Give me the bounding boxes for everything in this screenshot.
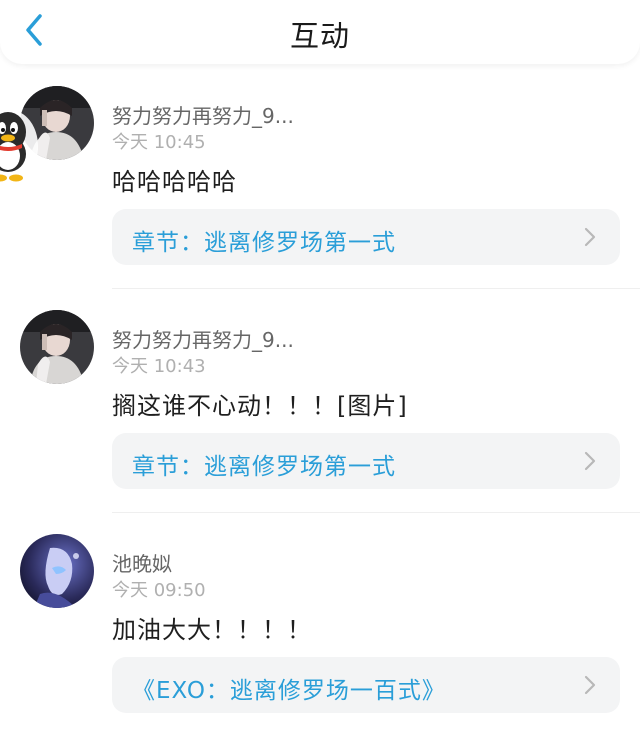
- interaction-feed: 努力努力再努力_9... 今天 10:45 哈哈哈哈哈 章节：逃离修罗场第一式: [0, 64, 640, 734]
- comment-text: 加油大大！！！！: [112, 616, 312, 644]
- timestamp: 今天 10:43: [112, 356, 206, 377]
- qq-penguin-icon[interactable]: [0, 102, 44, 186]
- chevron-right-icon: [582, 673, 598, 697]
- comment-text: 哈哈哈哈哈: [112, 168, 237, 196]
- chevron-right-icon: [582, 225, 598, 249]
- chapter-link-label: 章节：逃离修罗场第一式: [132, 230, 396, 256]
- username[interactable]: 池晚姒: [112, 548, 172, 577]
- chapter-link[interactable]: 章节：逃离修罗场第一式: [112, 433, 620, 489]
- avatar[interactable]: [20, 310, 94, 384]
- book-link[interactable]: 《EXO：逃离修罗场一百式》: [112, 657, 620, 713]
- chapter-link-label: 章节：逃离修罗场第一式: [132, 454, 396, 480]
- divider: [112, 288, 640, 289]
- comment-text: 搁这谁不心动！！！[图片]: [112, 392, 408, 420]
- timestamp: 今天 09:50: [112, 580, 206, 601]
- timestamp: 今天 10:45: [112, 132, 206, 153]
- divider: [112, 512, 640, 513]
- chevron-right-icon: [582, 449, 598, 473]
- username[interactable]: 努力努力再努力_9...: [112, 324, 294, 353]
- username[interactable]: 努力努力再努力_9...: [112, 100, 294, 129]
- page-title: 互动: [289, 19, 350, 53]
- avatar[interactable]: [20, 534, 94, 608]
- book-link-label: 《EXO：逃离修罗场一百式》: [132, 678, 446, 704]
- chapter-link[interactable]: 章节：逃离修罗场第一式: [112, 209, 620, 265]
- top-bar: 互动: [0, 0, 640, 64]
